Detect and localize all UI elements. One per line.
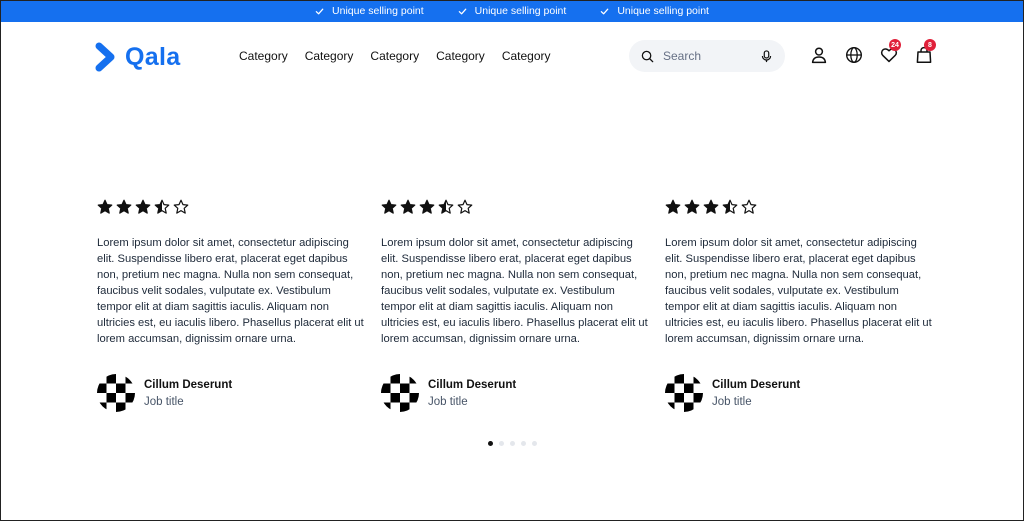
star-filled-icon <box>400 199 416 214</box>
usp-item: Unique selling point <box>458 5 567 17</box>
usp-bar: Unique selling point Unique selling poin… <box>0 0 1024 22</box>
nav-item-category[interactable]: Category <box>370 49 419 63</box>
logo-text: Qala <box>125 42 181 71</box>
carousel-dot[interactable] <box>510 441 515 446</box>
site-header: Qala Category Category Category Category… <box>0 22 1024 92</box>
check-icon <box>458 8 467 14</box>
star-half-icon <box>438 199 454 214</box>
avatar <box>97 374 135 412</box>
avatar <box>665 374 703 412</box>
usp-text: Unique selling point <box>332 5 424 17</box>
star-empty-icon <box>173 199 189 214</box>
testimonial-author: Cillum Deserunt Job title <box>665 374 931 412</box>
account-button[interactable] <box>810 46 828 64</box>
globe-icon <box>845 46 863 64</box>
nav-item-category[interactable]: Category <box>305 49 354 63</box>
star-rating <box>381 199 647 215</box>
star-filled-icon <box>116 199 132 214</box>
star-rating <box>665 199 931 215</box>
microphone-icon[interactable] <box>760 49 773 63</box>
nav-item-category[interactable]: Category <box>239 49 288 63</box>
logo-chevron-icon <box>95 42 117 72</box>
carousel-dot[interactable] <box>488 441 493 446</box>
star-empty-icon <box>457 199 473 214</box>
carousel-dot[interactable] <box>532 441 537 446</box>
star-filled-icon <box>703 199 719 214</box>
search-bar[interactable] <box>629 40 785 72</box>
nav-item-category[interactable]: Category <box>502 49 551 63</box>
wishlist-button[interactable]: 24 <box>880 39 901 64</box>
testimonial-card: Lorem ipsum dolor sit amet, consectetur … <box>381 199 648 412</box>
author-name: Cillum Deserunt <box>712 378 801 391</box>
carousel-dot[interactable] <box>499 441 504 446</box>
check-icon <box>601 8 609 14</box>
testimonials-carousel: Lorem ipsum dolor sit amet, consectetur … <box>97 199 937 412</box>
cart-button[interactable]: 8 <box>915 39 936 64</box>
star-filled-icon <box>419 199 435 214</box>
usp-item: Unique selling point <box>600 5 709 17</box>
author-name: Cillum Deserunt <box>428 378 517 391</box>
user-icon <box>811 47 827 64</box>
author-name: Cillum Deserunt <box>144 378 233 391</box>
usp-text: Unique selling point <box>474 5 567 17</box>
nav-item-category[interactable]: Category <box>436 49 485 63</box>
header-actions: 24 8 <box>810 39 936 64</box>
star-filled-icon <box>684 199 700 214</box>
star-filled-icon <box>665 199 681 214</box>
author-job-title: Job title <box>712 395 752 408</box>
author-job-title: Job title <box>144 395 184 408</box>
testimonial-text: Lorem ipsum dolor sit amet, consectetur … <box>665 237 932 345</box>
star-rating <box>97 199 363 215</box>
wishlist-count-badge: 24 <box>889 39 901 51</box>
testimonial-card: Lorem ipsum dolor sit amet, consectetur … <box>97 199 364 412</box>
star-half-icon <box>722 199 738 214</box>
testimonial-author: Cillum Deserunt Job title <box>97 374 363 412</box>
main-nav: Category Category Category Category Cate… <box>239 49 551 63</box>
search-icon <box>641 50 654 62</box>
search-input[interactable] <box>663 49 745 63</box>
testimonial-card: Lorem ipsum dolor sit amet, consectetur … <box>665 199 932 412</box>
star-half-icon <box>154 199 170 214</box>
testimonial-author: Cillum Deserunt Job title <box>381 374 647 412</box>
star-filled-icon <box>381 199 397 214</box>
star-empty-icon <box>741 199 757 214</box>
testimonial-text: Lorem ipsum dolor sit amet, consectetur … <box>97 237 364 345</box>
usp-item: Unique selling point <box>315 5 424 17</box>
logo[interactable]: Qala <box>95 42 180 72</box>
avatar <box>381 374 419 412</box>
carousel-dot[interactable] <box>521 441 526 446</box>
check-icon <box>315 8 324 14</box>
carousel-pagination <box>488 441 537 446</box>
cart-count-badge: 8 <box>924 39 936 51</box>
language-button[interactable] <box>845 46 863 64</box>
star-filled-icon <box>97 199 113 214</box>
testimonial-text: Lorem ipsum dolor sit amet, consectetur … <box>381 237 648 345</box>
usp-text: Unique selling point <box>617 5 709 17</box>
star-filled-icon <box>135 199 151 214</box>
author-job-title: Job title <box>428 395 468 408</box>
